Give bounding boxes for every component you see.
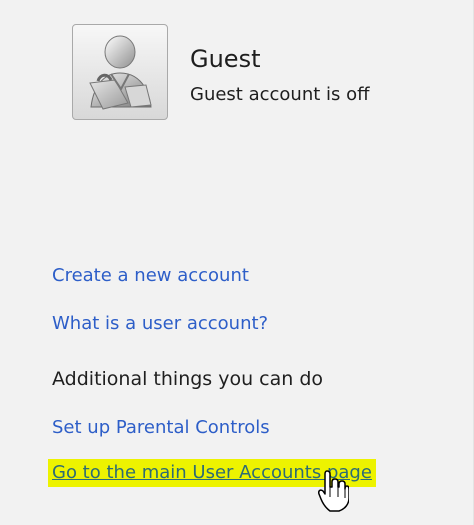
user-avatar-icon[interactable] [72, 24, 168, 120]
manage-accounts-panel: Guest Guest account is off Create a new … [0, 0, 474, 525]
what-is-user-account-link[interactable]: What is a user account? [52, 312, 268, 336]
additional-tasks-heading: Additional things you can do [52, 368, 324, 390]
create-new-account-link[interactable]: Create a new account [52, 264, 249, 288]
account-status: Guest account is off [190, 84, 370, 105]
hand-cursor-icon [318, 470, 349, 512]
guest-avatar-svg [89, 35, 152, 110]
parental-controls-link[interactable]: Set up Parental Controls [52, 416, 270, 440]
account-name: Guest [190, 45, 261, 73]
